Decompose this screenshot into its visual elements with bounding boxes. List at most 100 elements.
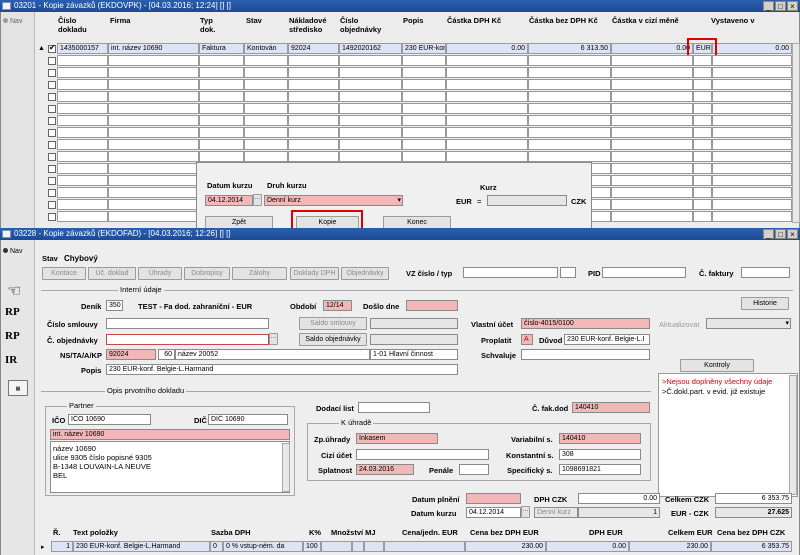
item-cell-dph[interactable]: 0.00	[546, 541, 629, 552]
empty-cell[interactable]	[693, 115, 712, 126]
col-header-firma[interactable]: Firma	[110, 16, 130, 25]
item-cell-mnozstvi[interactable]	[321, 541, 352, 552]
cell-cislo[interactable]: 1435000157	[57, 43, 108, 54]
vz-cislo-input[interactable]	[463, 267, 558, 278]
empty-cell[interactable]	[108, 115, 199, 126]
empty-cell[interactable]	[446, 127, 528, 138]
saldo-smlouvy-input[interactable]	[370, 318, 458, 329]
maximize-button-2[interactable]: □	[775, 229, 786, 239]
items-header-czk[interactable]: Cena bez DPH CZK	[717, 528, 785, 537]
empty-cell[interactable]	[693, 79, 712, 90]
empty-cell[interactable]	[712, 127, 792, 138]
empty-cell[interactable]	[57, 91, 108, 102]
ico-input[interactable]: IČO 10690	[68, 414, 151, 425]
empty-cell[interactable]	[199, 151, 244, 162]
empty-cell[interactable]	[528, 115, 611, 126]
col-header-dph[interactable]: Částka DPH Kč	[447, 16, 501, 25]
cell-popis[interactable]: 230 EUR-konf	[402, 43, 446, 54]
empty-cell[interactable]	[528, 127, 611, 138]
empty-cell[interactable]	[57, 211, 108, 222]
hand-icon[interactable]: ☜	[7, 282, 27, 302]
rp-button-2[interactable]: RP	[5, 330, 27, 348]
items-header-cena-jedn[interactable]: Cena/jedn. EUR	[402, 528, 458, 537]
item-cell-r[interactable]: 1	[51, 541, 73, 552]
items-header-cena-bez[interactable]: Cena bez DPH EUR	[470, 528, 539, 537]
empty-cell[interactable]	[57, 55, 108, 66]
dodaci-list-input[interactable]	[358, 402, 430, 413]
empty-cell[interactable]	[611, 55, 693, 66]
empty-cell[interactable]	[446, 151, 528, 162]
proplatit-input[interactable]: A	[521, 334, 533, 345]
col-header-popis[interactable]: Popis	[403, 16, 423, 25]
empty-cell[interactable]	[712, 103, 792, 114]
empty-cell[interactable]	[528, 79, 611, 90]
empty-cell[interactable]	[712, 79, 792, 90]
empty-cell[interactable]	[611, 199, 693, 210]
kp-input[interactable]: 1-01 Hlavní činnost	[370, 349, 458, 360]
empty-cell[interactable]	[199, 67, 244, 78]
celkem-czk-input[interactable]: 6 353.75	[715, 493, 792, 504]
ir-button[interactable]: IR	[5, 354, 27, 372]
empty-cell[interactable]	[693, 151, 712, 162]
empty-cell[interactable]	[402, 79, 446, 90]
empty-cell[interactable]	[57, 115, 108, 126]
empty-cell[interactable]	[108, 211, 199, 222]
col-header-objednavka[interactable]: Číslo objednávky	[340, 16, 388, 34]
cell-vystaveno[interactable]: 0.00	[712, 43, 792, 54]
empty-cell[interactable]	[712, 163, 792, 174]
empty-cell[interactable]	[199, 55, 244, 66]
faktura-input[interactable]	[741, 267, 790, 278]
col-header-bez-dph[interactable]: Částka bez DPH Kč	[529, 16, 598, 25]
item-cell-sazba[interactable]: 0 % vstup-ném. da	[223, 541, 303, 552]
empty-cell[interactable]	[611, 115, 693, 126]
minimize-button[interactable]: _	[763, 1, 774, 11]
empty-cell[interactable]	[611, 67, 693, 78]
eur-czk-input[interactable]: 27.625	[715, 507, 792, 518]
col-header-typ[interactable]: Typ dok.	[200, 16, 230, 34]
item-cell-sazba-code[interactable]: 0	[210, 541, 223, 552]
minimize-button-2[interactable]: _	[763, 229, 774, 239]
empty-cell[interactable]	[611, 151, 693, 162]
cell-cizi[interactable]: 0.00	[611, 43, 693, 54]
zp-uhrady-input[interactable]: Inkasem	[356, 433, 438, 444]
empty-cell[interactable]	[611, 139, 693, 150]
empty-cell[interactable]	[244, 151, 288, 162]
empty-cell[interactable]	[199, 91, 244, 102]
empty-cell[interactable]	[712, 175, 792, 186]
cell-stav[interactable]: Kontován	[244, 43, 288, 54]
historie-button[interactable]: Historie	[741, 297, 789, 310]
item-cell-celkem[interactable]: 230.00	[629, 541, 711, 552]
empty-cell[interactable]	[108, 175, 199, 186]
item-cell-text[interactable]: 230 EUR-konf. Belgie-L.Harmand	[73, 541, 210, 552]
item-cell-czk[interactable]: 6 353.75	[711, 541, 792, 552]
empty-cell[interactable]	[339, 67, 402, 78]
konstantni-input[interactable]: 308	[559, 449, 641, 460]
row-checkbox[interactable]	[48, 81, 56, 89]
empty-cell[interactable]	[339, 127, 402, 138]
empty-cell[interactable]	[402, 151, 446, 162]
empty-cell[interactable]	[611, 127, 693, 138]
col-header-cislo[interactable]: Číslo dokladu	[58, 16, 106, 34]
empty-cell[interactable]	[693, 55, 712, 66]
empty-cell[interactable]	[108, 187, 199, 198]
empty-cell[interactable]	[693, 139, 712, 150]
empty-cell[interactable]	[108, 91, 199, 102]
empty-cell[interactable]	[244, 67, 288, 78]
empty-cell[interactable]	[611, 103, 693, 114]
penale-input[interactable]	[459, 464, 489, 475]
empty-cell[interactable]	[108, 151, 199, 162]
row-checkbox[interactable]	[48, 201, 56, 209]
nav-label[interactable]: Nav	[3, 18, 22, 25]
empty-cell[interactable]	[402, 103, 446, 114]
cizi-ucet-input[interactable]	[356, 449, 489, 460]
item-cell-k[interactable]: 100	[303, 541, 321, 552]
items-header-celkem[interactable]: Celkem EUR	[668, 528, 713, 537]
empty-cell[interactable]	[339, 79, 402, 90]
cell-objednavka[interactable]: 1492020162	[339, 43, 402, 54]
kontroly-button[interactable]: Kontroly	[680, 359, 754, 372]
empty-cell[interactable]	[446, 55, 528, 66]
items-header-sazba[interactable]: Sazba DPH	[211, 528, 251, 537]
window-titlebar-03228[interactable]: 03228 - Kopie závazků (EKDOFAD) - [04.03…	[0, 228, 800, 240]
doslo-input[interactable]	[406, 300, 458, 311]
empty-cell[interactable]	[611, 211, 693, 222]
